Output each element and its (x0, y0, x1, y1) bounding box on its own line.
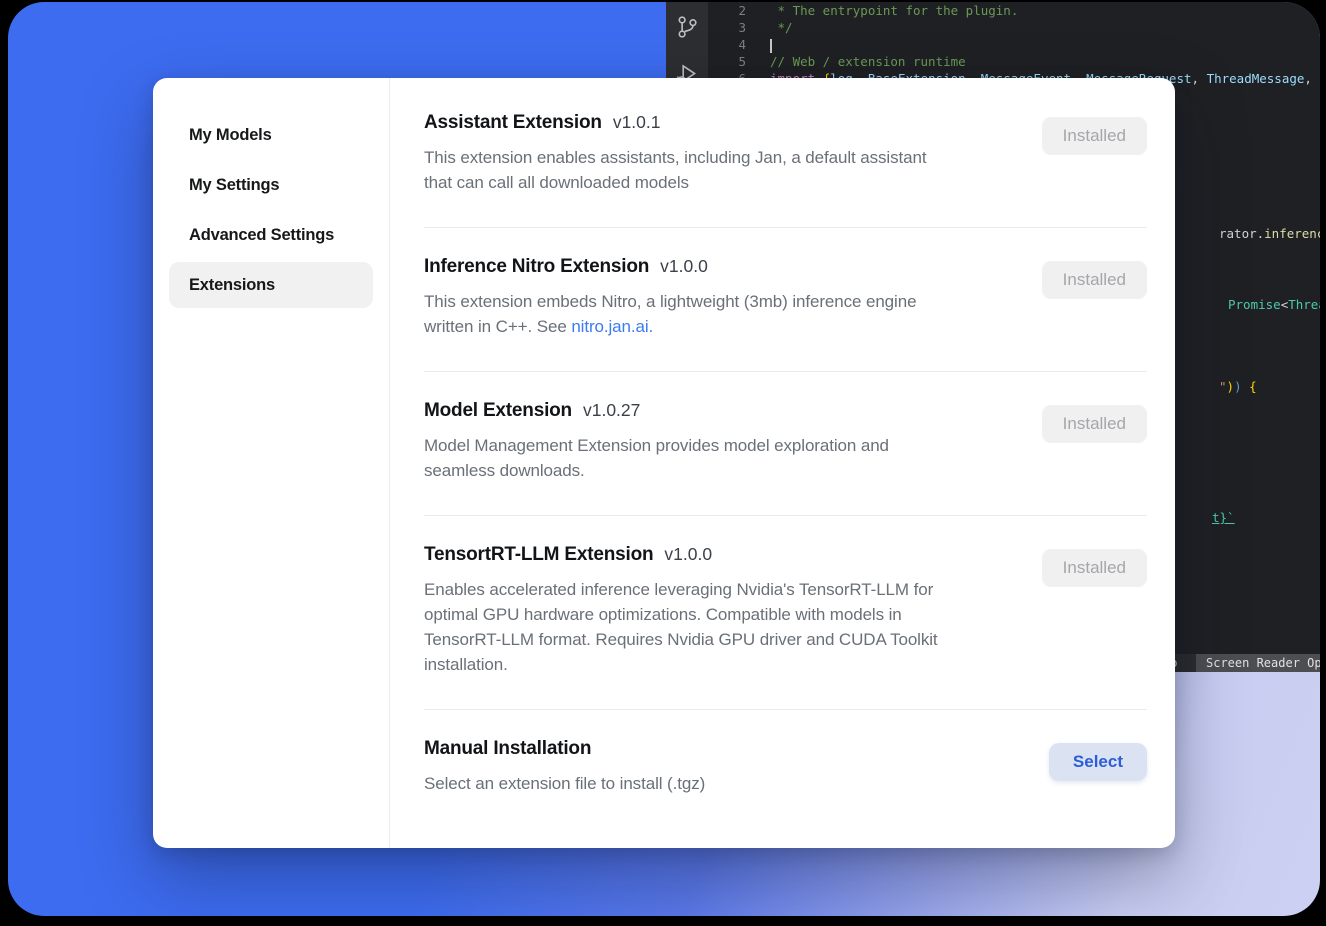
description-line: This extension enables assistants, inclu… (424, 145, 926, 170)
extension-title-line: Inference Nitro Extension v1.0.0 (424, 256, 916, 278)
code-fragment: Promise<ThreadMessage> (1228, 297, 1320, 313)
extension-row: TensortRT-LLM Extension v1.0.0 Enables a… (424, 516, 1147, 710)
settings-modal: My Models My Settings Advanced Settings … (153, 78, 1175, 848)
extension-description: Select an extension file to install (.tg… (424, 771, 705, 796)
sidebar-item-label: Advanced Settings (189, 226, 334, 245)
extension-version: v1.0.0 (664, 544, 712, 565)
description-line: written in C++. See nitro.jan.ai. (424, 314, 916, 339)
code-token: Promise (1228, 297, 1281, 312)
sidebar-item-label: Extensions (189, 276, 275, 295)
extension-title-line: Manual Installation (424, 738, 705, 760)
extension-row: Model Extension v1.0.27 Model Management… (424, 372, 1147, 516)
description-line: installation. (424, 652, 938, 677)
installed-button[interactable]: Installed (1042, 261, 1147, 299)
description-line: Select an extension file to install (.tg… (424, 771, 705, 796)
description-line: This extension embeds Nitro, a lightweig… (424, 289, 916, 314)
sidebar-item-label: My Settings (189, 176, 279, 195)
code-token: ) (1234, 379, 1249, 394)
installed-button[interactable]: Installed (1042, 549, 1147, 587)
extension-name: TensortRT-LLM Extension (424, 544, 653, 566)
extension-version: v1.0.0 (660, 256, 708, 277)
app-window: 2 * The entrypoint for the plugin. 3 */ … (8, 2, 1320, 916)
sidebar-item-my-models[interactable]: My Models (169, 112, 373, 158)
extension-info: Model Extension v1.0.27 Model Management… (424, 400, 889, 483)
installed-button[interactable]: Installed (1042, 117, 1147, 155)
extension-version: v1.0.27 (583, 400, 640, 421)
source-control-icon[interactable] (674, 14, 700, 40)
description-line: that can call all downloaded models (424, 170, 926, 195)
description-line: Enables accelerated inference leveraging… (424, 577, 938, 602)
extension-name: Model Extension (424, 400, 572, 422)
code-token: t}` (1212, 510, 1235, 525)
code-token: { (1249, 379, 1257, 394)
extension-info: Manual Installation Select an extension … (424, 738, 705, 796)
extension-info: TensortRT-LLM Extension v1.0.0 Enables a… (424, 544, 938, 677)
sidebar-item-extensions[interactable]: Extensions (169, 262, 373, 308)
extension-description: This extension enables assistants, inclu… (424, 145, 926, 195)
description-line: Model Management Extension provides mode… (424, 433, 889, 458)
screen-reader-optimized-badge[interactable]: Screen Reader Optimized (1196, 654, 1320, 672)
extension-info: Inference Nitro Extension v1.0.0 This ex… (424, 256, 916, 339)
nitro-jan-ai-link[interactable]: nitro.jan.ai. (571, 317, 653, 336)
sidebar-item-my-settings[interactable]: My Settings (169, 162, 373, 208)
extension-title-line: Assistant Extension v1.0.1 (424, 112, 926, 134)
description-line: TensorRT-LLM format. Requires Nvidia GPU… (424, 627, 938, 652)
code-fragment: rator.inference(data)); (1219, 226, 1320, 242)
extension-row: Inference Nitro Extension v1.0.0 This ex… (424, 228, 1147, 372)
sidebar-item-label: My Models (189, 126, 272, 145)
extension-description: Enables accelerated inference leveraging… (424, 577, 938, 677)
settings-nav: My Models My Settings Advanced Settings … (153, 78, 390, 848)
code-token: inference (1264, 226, 1320, 241)
extension-description: This extension embeds Nitro, a lightweig… (424, 289, 916, 339)
extension-info: Assistant Extension v1.0.1 This extensio… (424, 112, 926, 195)
extension-version: v1.0.1 (613, 112, 661, 133)
sidebar-item-advanced-settings[interactable]: Advanced Settings (169, 212, 373, 258)
code-token: ThreadMessage (1288, 297, 1320, 312)
installed-button[interactable]: Installed (1042, 405, 1147, 443)
extension-row: Manual Installation Select an extension … (424, 710, 1147, 828)
select-button[interactable]: Select (1049, 743, 1147, 781)
code-fragment: t}` (1212, 510, 1235, 526)
code-fragment: ")) { (1219, 379, 1257, 395)
description-line: optimal GPU hardware optimizations. Comp… (424, 602, 938, 627)
description-line: seamless downloads. (424, 458, 889, 483)
extension-title-line: Model Extension v1.0.27 (424, 400, 889, 422)
extensions-list: Assistant Extension v1.0.1 This extensio… (390, 78, 1175, 848)
extension-description: Model Management Extension provides mode… (424, 433, 889, 483)
code-token: " (1219, 379, 1227, 394)
extension-row: Assistant Extension v1.0.1 This extensio… (424, 84, 1147, 228)
extension-title-line: TensortRT-LLM Extension v1.0.0 (424, 544, 938, 566)
extension-name: Assistant Extension (424, 112, 602, 134)
extension-name: Manual Installation (424, 738, 591, 760)
extension-name: Inference Nitro Extension (424, 256, 649, 278)
code-token: ) (1227, 379, 1235, 394)
code-token: rator. (1219, 226, 1264, 241)
